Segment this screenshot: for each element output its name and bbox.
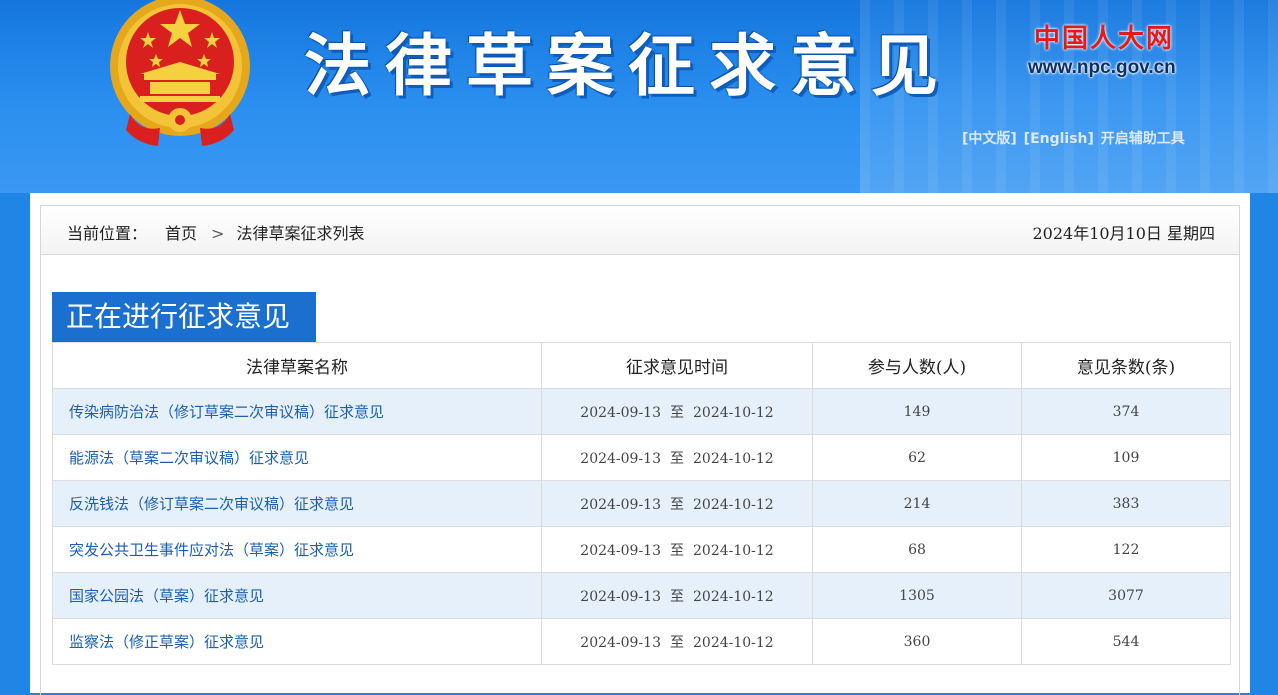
period-start: 2024-09-13 — [580, 496, 661, 513]
period-start: 2024-09-13 — [580, 542, 661, 559]
period-end: 2024-10-12 — [693, 588, 774, 605]
breadcrumb: 当前位置： 首页 > 法律草案征求列表 — [67, 220, 364, 244]
period-separator: 至 — [670, 496, 684, 513]
period-end: 2024-10-12 — [693, 496, 774, 513]
period-start: 2024-09-13 — [580, 404, 661, 421]
breadcrumb-bar: 当前位置： 首页 > 法律草案征求列表 2024年10月10日 星期四 — [40, 205, 1240, 255]
comment-period: 2024-09-13 至 2024-10-12 — [541, 572, 813, 619]
drafts-table: 法律草案名称 征求意见时间 参与人数(人) 意见条数(条) 传染病防治法（修订草… — [52, 342, 1231, 665]
period-separator: 至 — [670, 450, 684, 467]
comments-count: 544 — [1021, 618, 1231, 665]
comments-count: 3077 — [1021, 572, 1231, 619]
header-draft-name: 法律草案名称 — [52, 342, 542, 389]
header-comments: 意见条数(条) — [1021, 342, 1231, 389]
comment-period: 2024-09-13 至 2024-10-12 — [541, 618, 813, 665]
period-start: 2024-09-13 — [580, 450, 661, 467]
breadcrumb-label: 当前位置： — [67, 224, 148, 243]
header-links: [中文版] [English] 开启辅助工具 — [962, 128, 1187, 148]
accessibility-tools-link[interactable]: 开启辅助工具 — [1101, 131, 1185, 147]
english-version-link[interactable]: [English] — [1024, 131, 1094, 147]
content-panel: 正在进行征求意见 法律草案名称 征求意见时间 参与人数(人) 意见条数(条) 传… — [40, 255, 1240, 695]
period-separator: 至 — [670, 404, 684, 421]
draft-name-link[interactable]: 突发公共卫生事件应对法（草案）征求意见 — [52, 526, 542, 573]
npc-logo-text[interactable]: 中国人大网 — [1034, 18, 1174, 55]
comments-count: 122 — [1021, 526, 1231, 573]
comment-period: 2024-09-13 至 2024-10-12 — [541, 480, 813, 527]
breadcrumb-current[interactable]: 法律草案征求列表 — [236, 224, 364, 243]
period-separator: 至 — [670, 588, 684, 605]
period-separator: 至 — [670, 634, 684, 651]
period-end: 2024-10-12 — [693, 404, 774, 421]
period-separator: 至 — [670, 542, 684, 559]
draft-name-link[interactable]: 能源法（草案二次审议稿）征求意见 — [52, 434, 542, 481]
participants-count: 149 — [812, 388, 1022, 435]
comments-count: 383 — [1021, 480, 1231, 527]
draft-name-link[interactable]: 监察法（修正草案）征求意见 — [52, 618, 542, 665]
table-row: 能源法（草案二次审议稿）征求意见 2024-09-13 至 2024-10-12 62 1… — [52, 434, 1231, 481]
national-emblem-icon — [110, 0, 250, 146]
period-end: 2024-10-12 — [693, 450, 774, 467]
period-start: 2024-09-13 — [580, 588, 661, 605]
participants-count: 214 — [812, 480, 1022, 527]
table-header-row: 法律草案名称 征求意见时间 参与人数(人) 意见条数(条) — [52, 342, 1231, 389]
comment-period: 2024-09-13 至 2024-10-12 — [541, 388, 813, 435]
period-end: 2024-10-12 — [693, 542, 774, 559]
breadcrumb-separator: > — [211, 224, 225, 243]
draft-name-link[interactable]: 反洗钱法（修订草案二次审议稿）征求意见 — [52, 480, 542, 527]
table-row: 突发公共卫生事件应对法（草案）征求意见 2024-09-13 至 2024-10-12… — [52, 526, 1231, 573]
draft-name-link[interactable]: 传染病防治法（修订草案二次审议稿）征求意见 — [52, 388, 542, 435]
site-title: 法律草案征求意见 — [304, 27, 952, 105]
breadcrumb-home-link[interactable]: 首页 — [165, 224, 197, 243]
comments-count: 374 — [1021, 388, 1231, 435]
header-participants: 参与人数(人) — [812, 342, 1022, 389]
table-row: 监察法（修正草案）征求意见 2024-09-13 至 2024-10-12 360 544 — [52, 618, 1231, 665]
current-date: 2024年10月10日 星期四 — [1032, 224, 1215, 243]
draft-name-link[interactable]: 国家公园法（草案）征求意见 — [52, 572, 542, 619]
comments-count: 109 — [1021, 434, 1231, 481]
header-period: 征求意见时间 — [541, 342, 813, 389]
participants-count: 1305 — [812, 572, 1022, 619]
table-row: 国家公园法（草案）征求意见 2024-09-13 至 2024-10-12 1305 30… — [52, 572, 1231, 619]
site-header: 法律草案征求意见 中国人大网 www.npc.gov.cn [中文版] [Eng… — [0, 0, 1278, 193]
main-container: 当前位置： 首页 > 法律草案征求列表 2024年10月10日 星期四 正在进行征求意… — [30, 193, 1250, 695]
comment-period: 2024-09-13 至 2024-10-12 — [541, 434, 813, 481]
table-row: 反洗钱法（修订草案二次审议稿）征求意见 2024-09-13 至 2024-10-12… — [52, 480, 1231, 527]
period-end: 2024-10-12 — [693, 634, 774, 651]
npc-url[interactable]: www.npc.gov.cn — [1028, 57, 1176, 79]
section-title: 正在进行征求意见 — [52, 292, 316, 342]
participants-count: 360 — [812, 618, 1022, 665]
participants-count: 68 — [812, 526, 1022, 573]
period-start: 2024-09-13 — [580, 634, 661, 651]
chinese-version-link[interactable]: [中文版] — [962, 131, 1017, 147]
table-row: 传染病防治法（修订草案二次审议稿）征求意见 2024-09-13 至 2024-10-… — [52, 388, 1231, 435]
comment-period: 2024-09-13 至 2024-10-12 — [541, 526, 813, 573]
participants-count: 62 — [812, 434, 1022, 481]
